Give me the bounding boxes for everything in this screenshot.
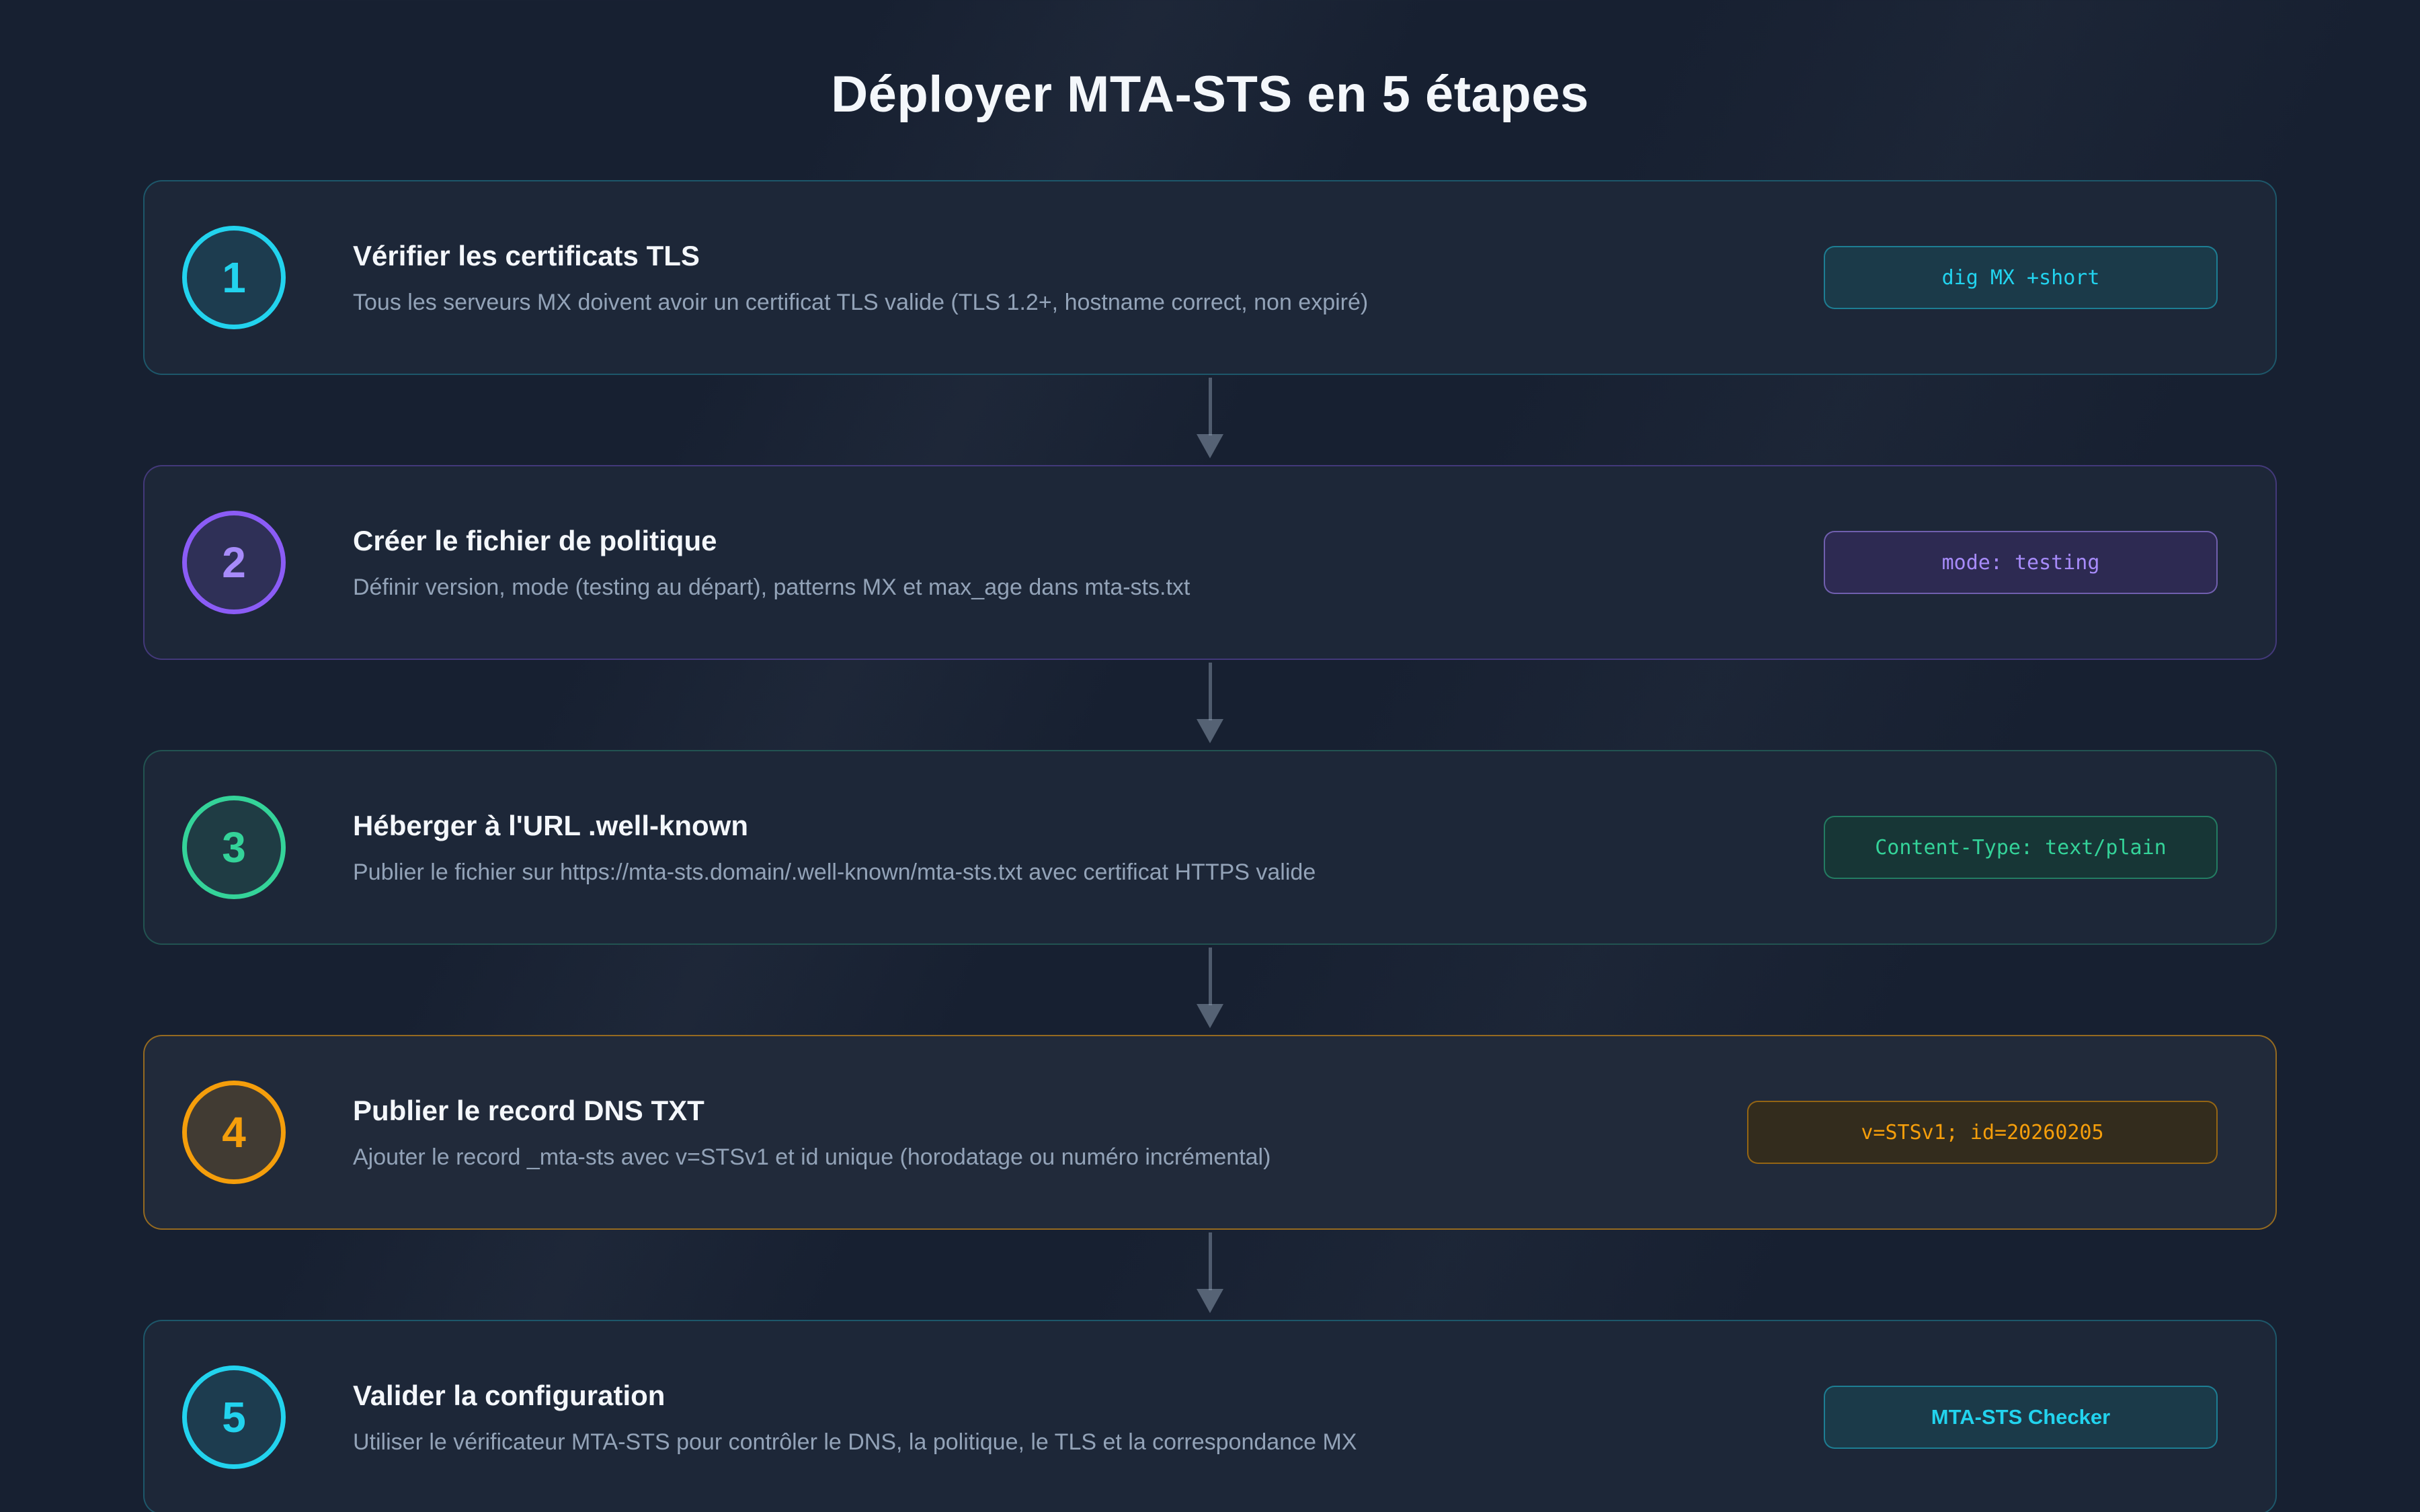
arrow-stem [1208,1232,1212,1290]
step-text-block: Créer le fichier de politique Définir ve… [353,525,1824,601]
step-title: Valider la configuration [353,1379,666,1411]
step-title: Créer le fichier de politique [353,524,717,556]
step-number-badge: 5 [182,1366,286,1469]
step-description: Tous les serveurs MX doivent avoir un ce… [353,289,1369,315]
step-card-5: 5 Valider la configuration Utiliser le v… [143,1320,2277,1512]
step-number: 1 [222,253,246,302]
step-code-chip: v=STSv1; id=20260205 [1747,1101,2218,1164]
flow-connector [143,660,2277,750]
step-number-badge: 3 [182,796,286,899]
flow-connector [143,375,2277,465]
arrow-down-icon [1197,434,1223,458]
arrow-down-icon [1197,1289,1223,1313]
step-description: Ajouter le record _mta-sts avec v=STSv1 … [353,1144,1271,1170]
step-text-block: Vérifier les certificats TLS Tous les se… [353,240,1824,316]
step-card-3: 3 Héberger à l'URL .well-known Publier l… [143,750,2277,945]
step-title: Héberger à l'URL .well-known [353,809,748,841]
step-number: 4 [222,1108,246,1157]
step-text-block: Publier le record DNS TXT Ajouter le rec… [353,1095,1747,1171]
arrow-down-icon [1197,1004,1223,1028]
step-card-4: 4 Publier le record DNS TXT Ajouter le r… [143,1035,2277,1230]
arrow-stem [1208,663,1212,720]
step-number-badge: 4 [182,1081,286,1184]
flow-connector [143,1230,2277,1320]
arrow-down-icon [1197,719,1223,743]
flow-connector [143,945,2277,1035]
step-card-1: 1 Vérifier les certificats TLS Tous les … [143,180,2277,375]
step-number: 2 [222,538,246,587]
step-text-block: Héberger à l'URL .well-known Publier le … [353,810,1824,886]
mta-sts-checker-button[interactable]: MTA-STS Checker [1824,1386,2218,1449]
step-number-badge: 2 [182,511,286,614]
step-number: 5 [222,1393,246,1441]
step-number-badge: 1 [182,226,286,329]
mta-sts-deployment-diagram: Déployer MTA-STS en 5 étapes 1 Vérifier … [143,0,2277,1512]
step-description: Utiliser le vérificateur MTA-STS pour co… [353,1429,1357,1455]
step-description: Publier le fichier sur https://mta-sts.d… [353,859,1316,885]
arrow-stem [1208,378,1212,435]
step-number: 3 [222,823,246,872]
step-code-chip: dig MX +short [1824,246,2218,309]
step-title: Vérifier les certificats TLS [353,239,700,271]
step-text-block: Valider la configuration Utiliser le vér… [353,1380,1824,1456]
step-code-chip: mode: testing [1824,531,2218,594]
page-title: Déployer MTA-STS en 5 étapes [831,66,1589,123]
step-description: Définir version, mode (testing au départ… [353,574,1191,600]
arrow-stem [1208,948,1212,1005]
step-code-chip: Content-Type: text/plain [1824,816,2218,879]
steps-flow: 1 Vérifier les certificats TLS Tous les … [143,180,2277,1512]
step-card-2: 2 Créer le fichier de politique Définir … [143,465,2277,660]
step-title: Publier le record DNS TXT [353,1094,704,1126]
